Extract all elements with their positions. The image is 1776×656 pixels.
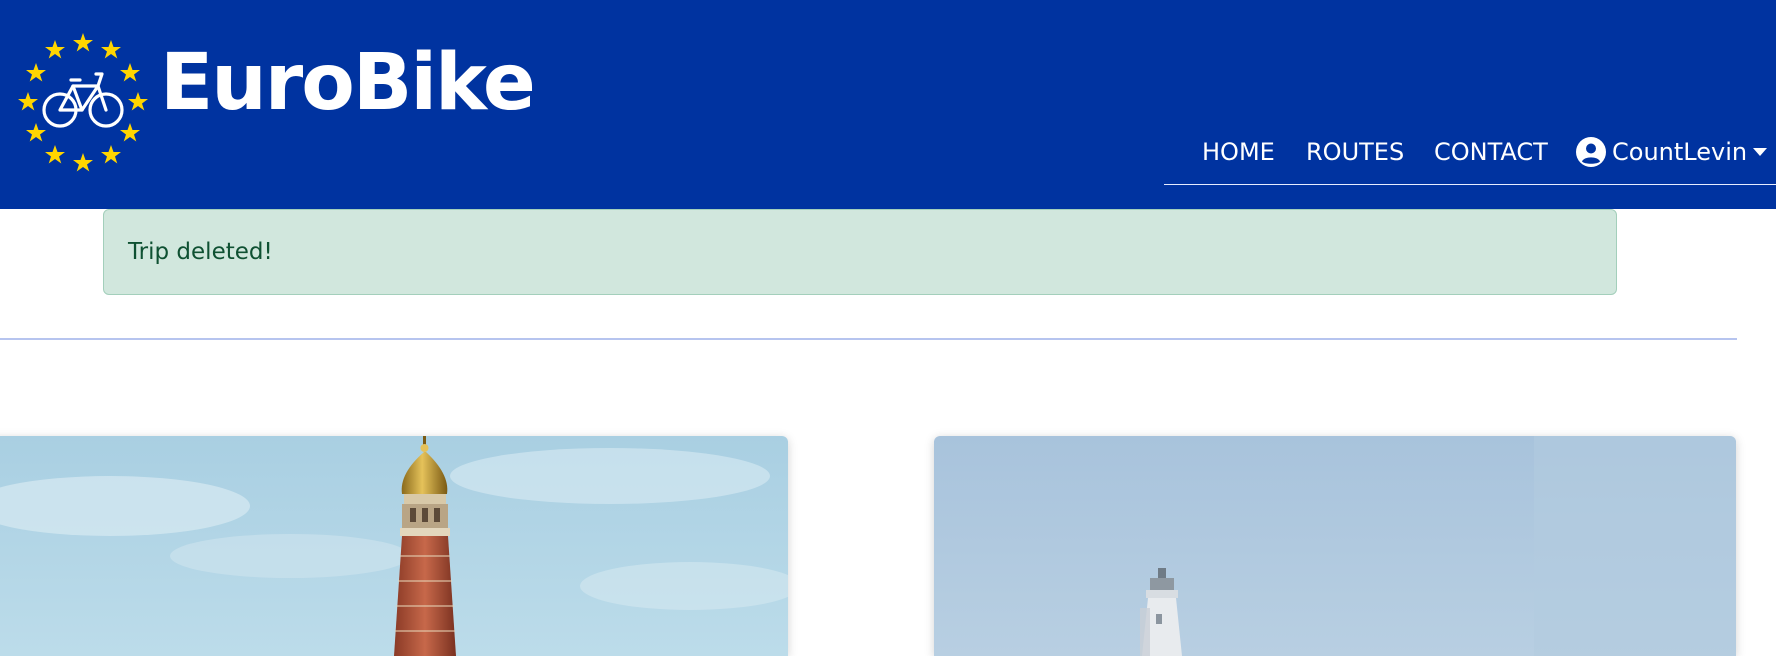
eu-stars-bicycle-logo-icon[interactable] xyxy=(16,30,150,176)
alert-message: Trip deleted! xyxy=(128,239,273,265)
main-nav: HOME ROUTES CONTACT CountLevin xyxy=(1164,136,1776,185)
user-name: CountLevin xyxy=(1612,138,1748,166)
success-alert: Trip deleted! xyxy=(103,209,1617,295)
caret-down-icon xyxy=(1753,148,1768,156)
lighthouse-photo xyxy=(934,436,1736,656)
user-circle-icon xyxy=(1576,137,1606,167)
nav-routes-link[interactable]: ROUTES xyxy=(1306,138,1404,166)
section-divider xyxy=(0,338,1737,340)
nav-home-link[interactable]: HOME xyxy=(1202,138,1275,166)
brand-name[interactable]: EuroBike xyxy=(160,44,536,122)
trip-card-image-lighthouse[interactable] xyxy=(934,436,1736,656)
site-header: EuroBike HOME ROUTES CONTACT CountLevin xyxy=(0,0,1776,209)
nav-contact-link[interactable]: CONTACT xyxy=(1434,138,1548,166)
trip-card-image-cathedral[interactable] xyxy=(0,436,788,656)
user-menu-toggle[interactable]: CountLevin xyxy=(1576,136,1768,168)
cathedral-photo xyxy=(0,436,788,656)
